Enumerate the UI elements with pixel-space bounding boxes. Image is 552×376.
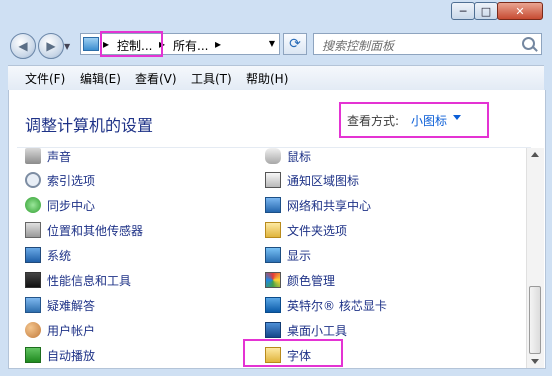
system-icon (25, 247, 41, 263)
page-title: 调整计算机的设置 (25, 116, 154, 135)
sensor-icon (25, 222, 41, 238)
item-label: 系统 (47, 248, 72, 263)
item-label: 英特尔® 核芯显卡 (287, 298, 387, 313)
item-label: 位置和其他传感器 (47, 223, 144, 238)
control-panel-icon (83, 37, 99, 51)
breadcrumb-highlight (100, 31, 163, 57)
item-label: 通知区域图标 (287, 173, 360, 188)
item-label: 声音 (47, 149, 72, 164)
control-panel-item-notification-icons[interactable]: 通知区域图标 (265, 170, 359, 190)
refresh-icon: ⟳ (289, 36, 301, 52)
vertical-scrollbar[interactable] (526, 148, 544, 368)
address-dropdown-icon[interactable]: ▼ (269, 39, 275, 48)
control-panel-item-performance[interactable]: 性能信息和工具 (25, 270, 131, 290)
refresh-button[interactable]: ⟳ (283, 33, 307, 55)
control-panel-item-location-sensors[interactable]: 位置和其他传感器 (25, 220, 143, 240)
control-panel-item-troubleshooting[interactable]: 疑难解答 (25, 295, 95, 315)
search-icon[interactable] (522, 37, 535, 50)
notification-icon (265, 172, 281, 188)
item-label: 性能信息和工具 (47, 273, 132, 288)
view-by-dropdown[interactable]: 小图标 (411, 112, 447, 129)
menu-file[interactable]: 文件(F) (25, 70, 65, 87)
control-panel-item-mouse[interactable]: 鼠标 (265, 146, 311, 166)
menu-view[interactable]: 查看(V) (135, 70, 177, 87)
fonts-highlight (243, 339, 343, 367)
minimize-button[interactable]: ─ (451, 2, 475, 20)
view-by-label: 查看方式: (347, 114, 400, 128)
item-label: 鼠标 (287, 149, 312, 164)
menu-bar: 文件(F) 编辑(E) 查看(V) 工具(T) 帮助(H) (8, 65, 544, 91)
content-pane: 调整计算机的设置 查看方式: 小图标 声音 索引选项 同步中心 位置和其他传感器… (8, 90, 546, 369)
item-label: 同步中心 (47, 198, 96, 213)
performance-icon (25, 272, 41, 288)
item-label: 自动播放 (47, 348, 96, 363)
intel-graphics-icon (265, 297, 281, 313)
scroll-down-icon[interactable] (531, 359, 539, 364)
control-panel-item-color-management[interactable]: 颜色管理 (265, 270, 335, 290)
item-label: 颜色管理 (287, 273, 336, 288)
control-panel-item-intel-graphics[interactable]: 英特尔® 核芯显卡 (265, 295, 387, 315)
scrollbar-thumb[interactable] (529, 286, 541, 354)
indexing-icon (25, 172, 41, 188)
control-panel-item-folder-options[interactable]: 文件夹选项 (265, 220, 347, 240)
breadcrumb-all-items[interactable]: 所有... (173, 37, 208, 54)
recent-pages-dropdown[interactable]: ▼ (64, 42, 70, 51)
control-panel-item-sync-center[interactable]: 同步中心 (25, 195, 95, 215)
back-button[interactable]: ◀ (10, 33, 36, 59)
display-icon (265, 247, 281, 263)
forward-button[interactable]: ▶ (38, 33, 64, 59)
speaker-icon (25, 148, 41, 164)
control-panel-item-desktop-gadgets[interactable]: 桌面小工具 (265, 320, 347, 340)
control-panel-item-sound[interactable]: 声音 (25, 146, 71, 166)
menu-help[interactable]: 帮助(H) (246, 70, 288, 87)
menu-tools[interactable]: 工具(T) (191, 70, 232, 87)
close-button[interactable]: ✕ (497, 2, 543, 20)
control-panel-item-indexing[interactable]: 索引选项 (25, 170, 95, 190)
back-arrow-icon: ◀ (18, 39, 28, 53)
item-label: 疑难解答 (47, 298, 96, 313)
mouse-icon (265, 148, 281, 164)
scroll-up-icon[interactable] (531, 152, 539, 157)
item-label: 网络和共享中心 (287, 198, 372, 213)
item-label: 文件夹选项 (287, 223, 348, 238)
breadcrumb-separator-icon[interactable]: ▸ (215, 37, 221, 51)
search-placeholder: 搜索控制面板 (322, 39, 395, 53)
item-label: 用户帐户 (47, 323, 96, 338)
troubleshoot-icon (25, 297, 41, 313)
menu-edit[interactable]: 编辑(E) (80, 70, 121, 87)
control-panel-item-system[interactable]: 系统 (25, 245, 71, 265)
dropdown-arrow-icon[interactable] (453, 115, 461, 120)
autoplay-icon (25, 347, 41, 363)
control-panel-item-autoplay[interactable]: 自动播放 (25, 345, 95, 365)
item-label: 索引选项 (47, 173, 96, 188)
control-panel-item-display[interactable]: 显示 (265, 245, 311, 265)
item-label: 桌面小工具 (287, 323, 348, 338)
folder-options-icon (265, 222, 281, 238)
network-icon (265, 197, 281, 213)
gadgets-icon (265, 322, 281, 338)
sync-icon (25, 197, 41, 213)
control-panel-window: ─ □ ✕ ◀ ▶ ▼ ▸ 控制... ▸ 所有... ▸ ▼ ⟳ 搜索控制面板… (0, 0, 552, 376)
search-input[interactable]: 搜索控制面板 (313, 33, 542, 55)
users-icon (25, 322, 41, 338)
maximize-button[interactable]: □ (474, 2, 498, 20)
color-icon (265, 272, 281, 288)
control-panel-item-user-accounts[interactable]: 用户帐户 (25, 320, 95, 340)
item-label: 显示 (287, 248, 312, 263)
forward-arrow-icon: ▶ (46, 39, 56, 53)
control-panel-item-network-sharing[interactable]: 网络和共享中心 (265, 195, 371, 215)
